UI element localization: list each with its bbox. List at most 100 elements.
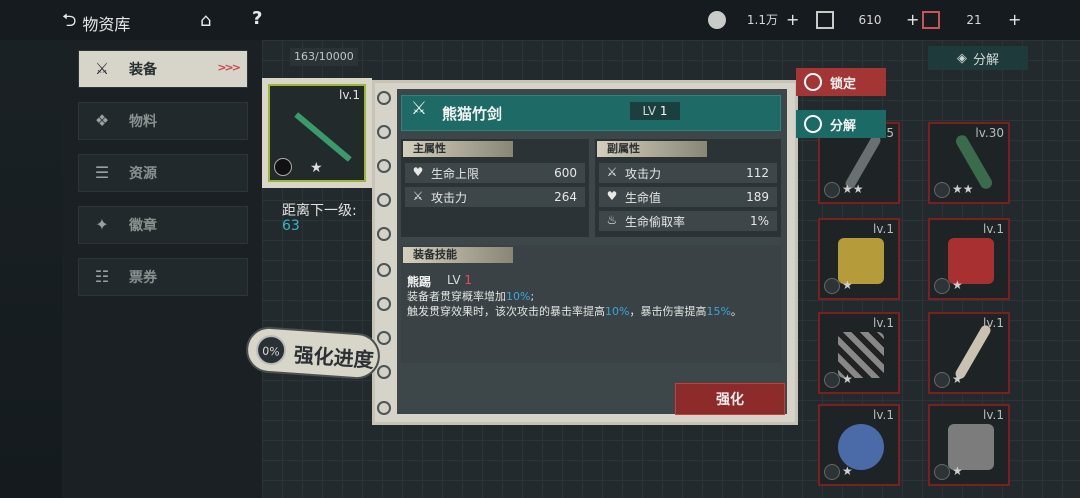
star-icon: ★ [842, 372, 853, 386]
equipment-level-box: LV 1 [630, 102, 680, 120]
materials-icon: ❖ [94, 111, 110, 130]
star-icon: ★★ [842, 182, 864, 196]
back-arrow-icon: ⮌ [62, 10, 77, 31]
active-chevron-icon: >>> [217, 61, 241, 74]
add-ticket-button[interactable]: + [1008, 10, 1021, 29]
rarity-badge-icon [824, 182, 840, 198]
rarity-badge-icon [824, 464, 840, 480]
inventory-slot[interactable]: lv.1 ★ [928, 404, 1010, 486]
split-button[interactable]: 分解 [796, 110, 886, 138]
inventory-slot[interactable]: lv.1 ★ [818, 404, 900, 486]
sidebar-item-resources[interactable]: ☰ 资源 [78, 154, 248, 192]
coin-value: 1.1万 [746, 13, 778, 27]
binder-ring [377, 227, 391, 241]
skill-highlight: 15% [706, 305, 731, 318]
back-button[interactable]: ⮌ 物资库 [62, 8, 130, 38]
resource-ticket: 21 + [922, 10, 1021, 29]
binder-ring [377, 159, 391, 173]
enhance-progress-tag[interactable]: 0% 强化进度 [244, 325, 382, 381]
rarity-badge-icon [824, 278, 840, 294]
skill-text: ，暴击伤害提高 [629, 305, 707, 318]
progress-label: 强化进度 [292, 342, 375, 373]
top-bar: ⮌ 物资库 ⌂ ? 1.1万 + 610 + 21 + [0, 0, 1080, 40]
sidebar-item-materials[interactable]: ❖ 物料 [78, 102, 248, 140]
attr-value: 1% [749, 214, 769, 228]
binder-ring [377, 193, 391, 207]
rarity-badge-icon [934, 464, 950, 480]
inventory-slot[interactable]: lv.1 ★ [818, 312, 900, 394]
split-icon: ◈ [956, 50, 967, 66]
sidebar-item-label: 物料 [129, 114, 157, 130]
attr-value: 189 [746, 190, 769, 204]
skill-description: 装备者贯穿概率增加10%; 触发贯穿效果时，该次攻击的暴击率提高10%，暴击伤害… [407, 289, 773, 319]
star-icon: ★ [952, 278, 963, 292]
rarity-badge-icon [274, 158, 292, 176]
sidebar-item-label: 资源 [129, 166, 157, 182]
attr-value: 112 [746, 166, 769, 180]
sub-attr-title: 副属性 [597, 141, 707, 157]
page-title: 物资库 [82, 15, 131, 34]
weapon-level: lv.1 [339, 88, 360, 102]
weapon-thumbnail: lv.1 ★ [268, 84, 366, 182]
attr-label: 生命值 [625, 190, 662, 205]
star-icon: ★ [952, 464, 963, 478]
inventory-slot[interactable]: lv.1 ★ [928, 312, 1010, 394]
attr-row: ⚔ 攻击力 112 [599, 163, 777, 183]
sidebar-item-label: 徽章 [129, 218, 157, 234]
slot-level: lv.1 [873, 222, 894, 236]
bamboo-sword-icon [294, 112, 352, 162]
crystal-icon [816, 10, 834, 29]
attr-label: 攻击力 [625, 166, 662, 181]
skill-highlight: 10% [605, 305, 630, 318]
lock-button[interactable]: 锁定 [796, 68, 886, 96]
split-icon [804, 115, 822, 133]
ticket-stack-icon: ☷ [94, 267, 110, 286]
equipment-icon: ⚔ [94, 59, 110, 78]
sidebar-item-label: 票券 [129, 270, 157, 286]
star-icon: ★★ [952, 182, 974, 196]
sidebar-item-equipment[interactable]: ⚔ 装备 >>> [78, 50, 248, 88]
slot-level: lv.1 [873, 408, 894, 422]
attr-row: ♨ 生命偷取率 1% [599, 211, 777, 231]
skill-name: 熊踢 [407, 275, 432, 289]
rarity-badge-icon [934, 372, 950, 388]
skill-level-value: 1 [464, 273, 473, 287]
resource-crystal: 610 + [816, 10, 919, 29]
crossed-swords-icon: ⚔ [412, 189, 424, 203]
add-crystal-button[interactable]: + [906, 10, 919, 29]
selected-weapon-card[interactable]: lv.1 ★ [262, 78, 372, 188]
sub-attributes: 副属性 ⚔ 攻击力 112 ♥ 生命值 189 ♨ 生命偷取率 1% [595, 139, 781, 237]
attr-value: 600 [554, 166, 577, 180]
inventory-slot[interactable]: lv.30 ★★ [928, 122, 1010, 204]
badge-icon: ✦ [95, 215, 109, 234]
equipment-skill: 装备技能 熊踢 LV 1 装备者贯穿概率增加10%; 触发贯穿效果时，该次攻击的… [401, 245, 781, 363]
detail-panel-body: ⚔ 熊猫竹剑 LV 1 主属性 ♥ 生命上限 600 ⚔ 攻击力 264 副属性… [397, 89, 787, 415]
sidebar-item-tickets[interactable]: ☷ 票券 [78, 258, 248, 296]
home-icon[interactable]: ⌂ [200, 10, 211, 31]
slot-level: lv.1 [983, 222, 1004, 236]
progress-percent: 0% [255, 334, 288, 367]
skill-desc-line: 触发贯穿效果时，该次攻击的暴击率提高10%，暴击伤害提高15%。 [407, 304, 773, 319]
binder-ring [377, 331, 391, 345]
strengthen-button[interactable]: 强化 [675, 383, 785, 415]
ticket-icon [922, 10, 940, 29]
inventory-slot[interactable]: lv.1 ★ [928, 218, 1010, 300]
level-value: 1 [659, 104, 668, 118]
level-prefix: LV [642, 104, 657, 118]
lock-icon [804, 73, 822, 91]
split-all-button[interactable]: ◈ 分解 [928, 46, 1028, 70]
attr-label: 生命上限 [431, 166, 480, 181]
skill-text: 。 [730, 305, 742, 318]
sword-type-icon: ⚔ [410, 98, 428, 119]
heart-icon: ♥ [412, 165, 424, 179]
inventory-slot[interactable]: lv.1 ★ [818, 218, 900, 300]
sidebar-item-badges[interactable]: ✦ 徽章 [78, 206, 248, 244]
help-icon[interactable]: ? [252, 8, 262, 29]
equipment-title-bar: ⚔ 熊猫竹剑 LV 1 [401, 95, 781, 131]
skill-title: 装备技能 [403, 247, 513, 263]
add-coin-button[interactable]: + [786, 10, 799, 29]
attr-row: ⚔ 攻击力 264 [405, 187, 585, 207]
binder-ring [377, 125, 391, 139]
skill-level-prefix: LV [447, 273, 461, 287]
equipment-name: 熊猫竹剑 [442, 104, 503, 123]
